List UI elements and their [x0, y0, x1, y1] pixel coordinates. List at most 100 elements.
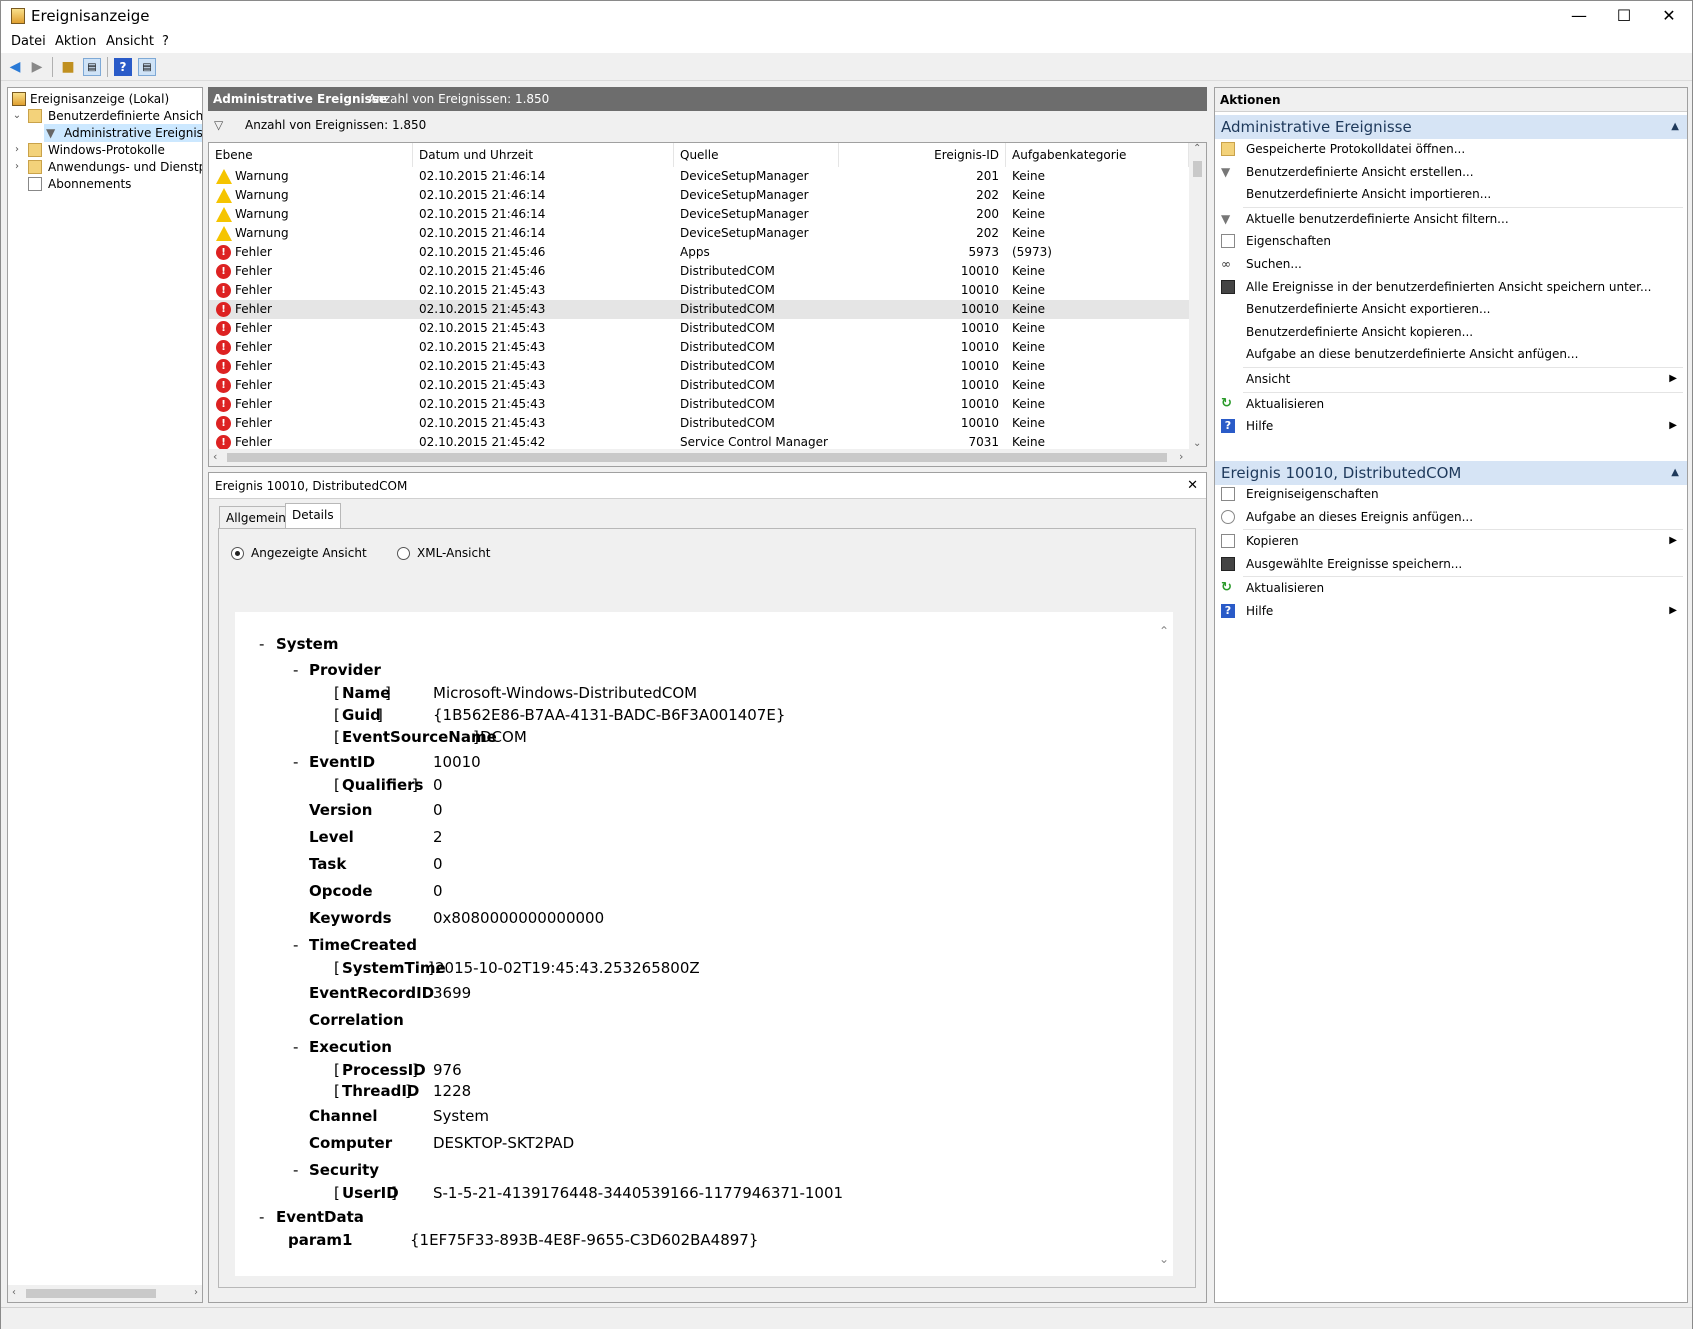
column-header-datetime[interactable]: Datum und Uhrzeit — [413, 143, 674, 167]
menu-datei[interactable]: Datei — [11, 34, 46, 49]
radio-friendly-view[interactable] — [231, 547, 244, 560]
forward-arrow-icon[interactable]: ▶ — [28, 58, 46, 76]
action-item[interactable]: ? Hilfe ▶ — [1215, 415, 1687, 437]
table-row[interactable]: ! Fehler 02.10.2015 21:45:43 DistributedCOM… — [209, 357, 1189, 376]
radio-xml-view[interactable] — [397, 547, 410, 560]
action-item[interactable]: Eigenschaften — [1215, 230, 1687, 252]
action-item[interactable]: Aufgabe an diese benutzerdefinierte Ansi… — [1215, 343, 1687, 365]
cell-level: Fehler — [235, 283, 272, 297]
event-list-vertical-scrollbar[interactable]: ⌃ ⌄ — [1189, 143, 1206, 449]
tab-details[interactable]: Details — [285, 503, 341, 529]
menu-ansicht[interactable]: Ansicht — [106, 34, 154, 49]
table-row[interactable]: ! Fehler 02.10.2015 21:45:43 DistributedCOM… — [209, 376, 1189, 395]
menu-help[interactable]: ? — [162, 34, 169, 49]
collapse-eventdata-toggle[interactable]: - — [259, 1208, 264, 1226]
scroll-left-icon[interactable]: ‹ — [213, 450, 217, 463]
scroll-thumb[interactable] — [227, 453, 1167, 462]
scroll-up-icon[interactable]: ⌃ — [1159, 624, 1169, 638]
action-item[interactable]: Alle Ereignisse in der benutzerdefiniert… — [1215, 276, 1687, 298]
scroll-thumb[interactable] — [26, 1289, 156, 1298]
column-header-level[interactable]: Ebene — [209, 143, 413, 167]
column-header-event-id[interactable]: Ereignis-ID — [839, 143, 1006, 167]
cell-category: Keine — [1012, 340, 1045, 354]
collapse-section-icon[interactable]: ▲ — [1671, 115, 1679, 139]
xml-value-eventsourcename: DCOM — [480, 728, 527, 746]
collapse-system-toggle[interactable]: - — [259, 635, 264, 653]
action-item[interactable]: Ansicht ▶ — [1215, 368, 1687, 390]
table-row[interactable]: ! Fehler 02.10.2015 21:45:43 DistributedCOM… — [209, 319, 1189, 338]
action-item[interactable]: ▼ Aktuelle benutzerdefinierte Ansicht fil… — [1215, 208, 1687, 230]
xml-node-task: Task — [309, 855, 347, 873]
maximize-button[interactable]: ☐ — [1601, 1, 1647, 31]
collapse-security-toggle[interactable]: - — [293, 1161, 298, 1179]
table-row[interactable]: Warnung 02.10.2015 21:46:14 DeviceSetupMan… — [209, 167, 1189, 186]
column-header-source[interactable]: Quelle — [674, 143, 839, 167]
cell-datetime: 02.10.2015 21:45:43 — [419, 397, 546, 411]
action-item[interactable]: ↻ Aktualisieren — [1215, 393, 1687, 415]
action-item[interactable]: ∞ Suchen... — [1215, 253, 1687, 275]
back-arrow-icon[interactable]: ◀ — [6, 58, 24, 76]
scroll-right-icon[interactable]: › — [1179, 450, 1183, 463]
tab-allgemein[interactable]: Allgemein — [219, 506, 293, 529]
cell-source: DeviceSetupManager — [680, 188, 809, 202]
scroll-left-icon[interactable]: ‹ — [12, 1287, 16, 1298]
table-row[interactable]: ! Fehler 02.10.2015 21:45:43 DistributedCOM… — [209, 338, 1189, 357]
collapse-timecreated-toggle[interactable]: - — [293, 936, 298, 954]
chevron-down-icon[interactable]: ⌄ — [12, 107, 22, 125]
action-item[interactable]: Aufgabe an dieses Ereignis anfügen... — [1215, 506, 1687, 528]
action-item[interactable]: Benutzerdefinierte Ansicht exportieren..… — [1215, 298, 1687, 320]
scroll-up-icon[interactable]: ⌃ — [1193, 143, 1201, 154]
close-window-button[interactable]: ✕ — [1646, 1, 1692, 31]
menu-aktion[interactable]: Aktion — [55, 34, 96, 49]
action-item[interactable]: Benutzerdefinierte Ansicht importieren..… — [1215, 183, 1687, 205]
table-row[interactable]: ! Fehler 02.10.2015 21:45:43 DistributedCOM… — [209, 281, 1189, 300]
column-header-task-category[interactable]: Aufgabenkategorie — [1006, 143, 1189, 167]
action-item[interactable]: Gespeicherte Protokolldatei öffnen... — [1215, 138, 1687, 160]
action-item[interactable]: ↻ Aktualisieren — [1215, 577, 1687, 599]
folder-up-icon[interactable]: ■ — [59, 58, 77, 76]
actions-header: Aktionen — [1215, 88, 1687, 112]
tree-horizontal-scrollbar[interactable]: ‹ › — [8, 1285, 202, 1302]
action-item[interactable]: Ausgewählte Ereignisse speichern... — [1215, 553, 1687, 575]
actions-section-administrative-events[interactable]: Administrative Ereignisse ▲ — [1215, 115, 1687, 139]
show-hide-tree-icon[interactable]: ▤ — [83, 58, 101, 76]
table-row[interactable]: Warnung 02.10.2015 21:46:14 DeviceSetupMan… — [209, 186, 1189, 205]
table-row[interactable]: ! Fehler 02.10.2015 21:45:46 Apps 5973 (5973) — [209, 243, 1189, 262]
radio-friendly-label[interactable]: Angezeigte Ansicht — [251, 546, 367, 560]
table-row[interactable]: ! Fehler 02.10.2015 21:45:43 DistributedCOM… — [209, 414, 1189, 433]
action-item[interactable]: ? Hilfe ▶ — [1215, 600, 1687, 622]
scroll-thumb[interactable] — [1193, 161, 1202, 177]
action-item[interactable]: ▼ Benutzerdefinierte Ansicht erstellen... — [1215, 161, 1687, 183]
tree-item-administrative-events[interactable]: ▼ Administrative Ereignisse — [44, 124, 202, 142]
scroll-down-icon[interactable]: ⌄ — [1159, 1252, 1169, 1266]
xml-node-level: Level — [309, 828, 354, 846]
show-hide-actions-icon[interactable]: ▤ — [138, 58, 156, 76]
table-row[interactable]: ! Fehler 02.10.2015 21:45:46 DistributedCOM… — [209, 262, 1189, 281]
properties-icon — [1221, 487, 1235, 501]
help-icon[interactable]: ? — [114, 58, 132, 76]
action-item[interactable]: Benutzerdefinierte Ansicht kopieren... — [1215, 321, 1687, 343]
table-row[interactable]: ! Fehler 02.10.2015 21:45:43 DistributedCOM… — [209, 395, 1189, 414]
collapse-section-icon[interactable]: ▲ — [1671, 461, 1679, 485]
minimize-button[interactable]: — — [1556, 1, 1602, 31]
action-item[interactable]: Kopieren ▶ — [1215, 530, 1687, 552]
table-row[interactable]: Warnung 02.10.2015 21:46:14 DeviceSetupMan… — [209, 205, 1189, 224]
cell-level: Fehler — [235, 416, 272, 430]
event-viewer-app-icon — [11, 8, 25, 24]
action-item[interactable]: Ereigniseigenschaften — [1215, 483, 1687, 505]
close-detail-icon[interactable]: ✕ — [1187, 473, 1198, 499]
collapse-execution-toggle[interactable]: - — [293, 1038, 298, 1056]
collapse-provider-toggle[interactable]: - — [293, 661, 298, 679]
scroll-down-icon[interactable]: ⌄ — [1193, 438, 1201, 449]
cell-datetime: 02.10.2015 21:45:43 — [419, 321, 546, 335]
chevron-right-icon[interactable]: › — [12, 141, 22, 159]
collapse-eventid-toggle[interactable]: - — [293, 753, 298, 771]
table-row[interactable]: Warnung 02.10.2015 21:46:14 DeviceSetupMan… — [209, 224, 1189, 243]
table-row[interactable]: ! Fehler 02.10.2015 21:45:43 DistributedCOM… — [209, 300, 1189, 319]
radio-xml-label[interactable]: XML-Ansicht — [417, 546, 490, 560]
actions-section-event[interactable]: Ereignis 10010, DistributedCOM ▲ — [1215, 461, 1687, 485]
event-list-horizontal-scrollbar[interactable]: ‹ › — [209, 449, 1206, 466]
cell-source: DistributedCOM — [680, 416, 775, 430]
scroll-right-icon[interactable]: › — [194, 1287, 198, 1298]
chevron-right-icon[interactable]: › — [12, 158, 22, 176]
